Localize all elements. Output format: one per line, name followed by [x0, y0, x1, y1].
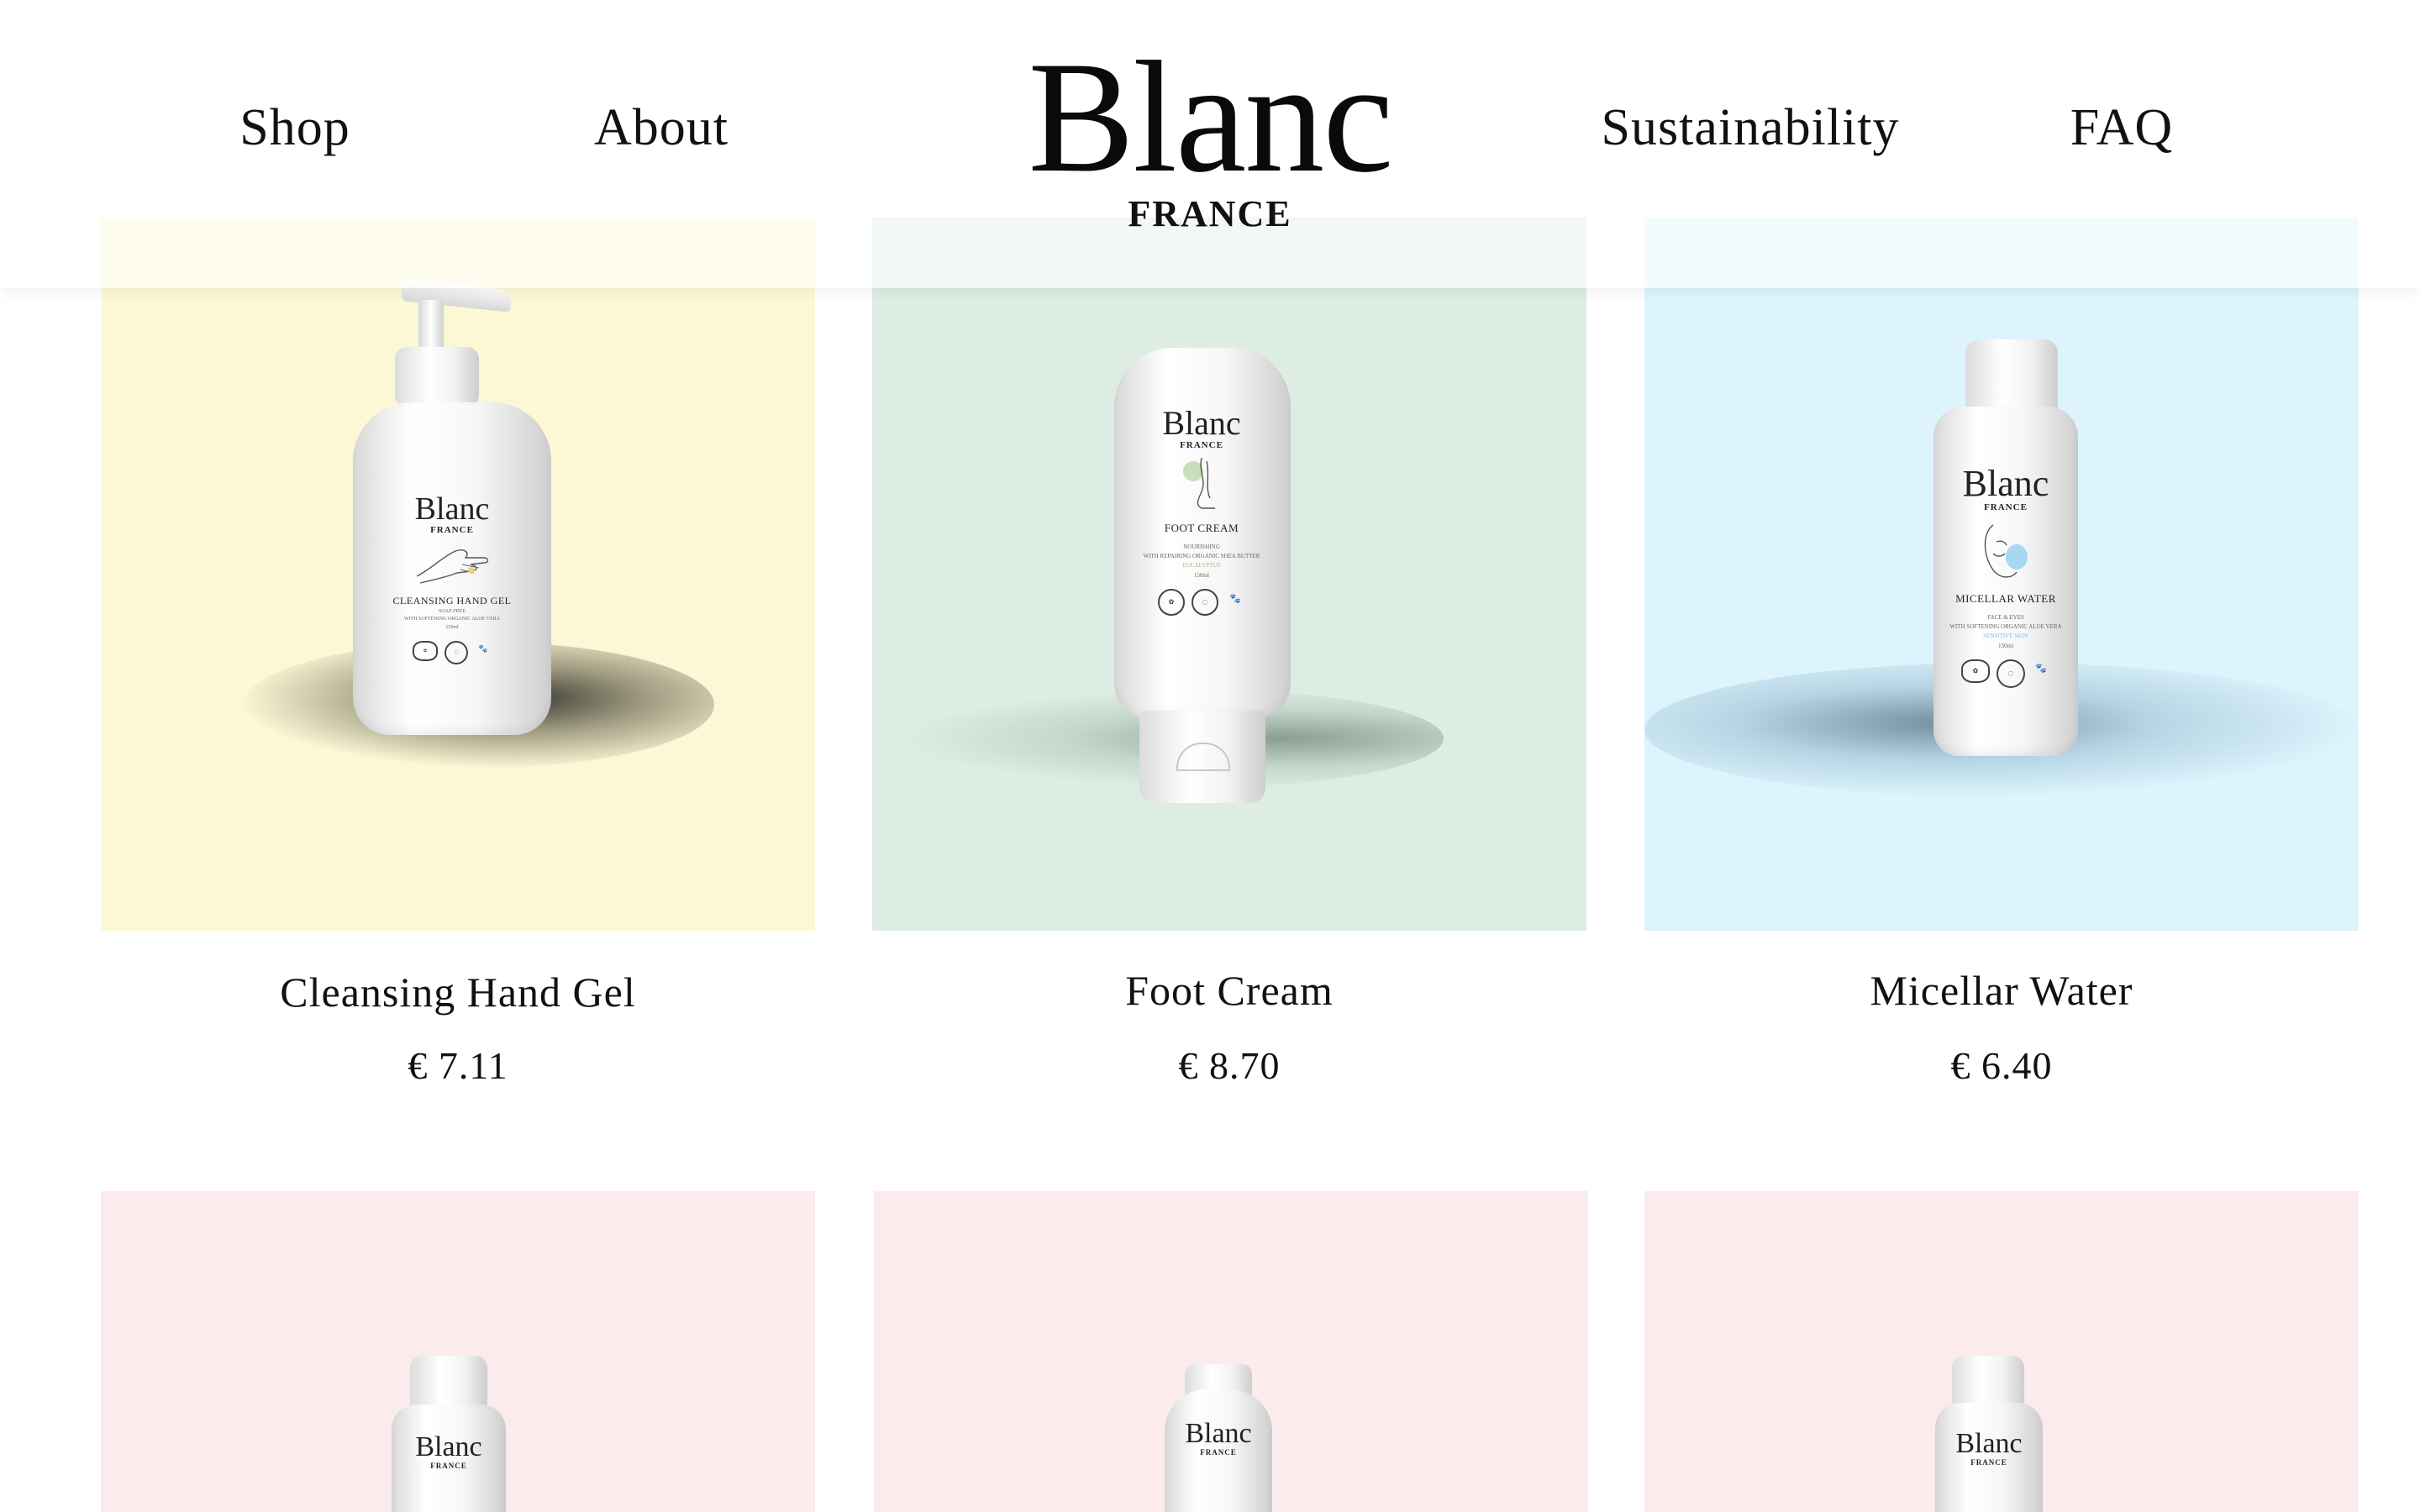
bottle-label-line: 150ml	[445, 624, 459, 630]
bottle-label-line: WITH SOFTENING ORGANIC ALOE VERA	[1949, 623, 2062, 631]
site-header: Shop About Blanc FRANCE Sustainability F…	[0, 0, 2420, 288]
paraben-free-icon: ◌	[1996, 659, 2025, 688]
certification-badges: ✿ ◌ 🐾	[1126, 588, 1277, 616]
bottle-label-line: WITH SOFTENING ORGANIC ALOE VERA	[403, 617, 501, 622]
bottle-label-line: EUCALYPTUS	[1182, 562, 1221, 570]
product-image[interactable]: Blanc FRANCE	[101, 1191, 815, 1512]
product-bottle: Blanc FRANCE	[392, 1356, 506, 1512]
product-card: Blanc FRANCE	[874, 1191, 1588, 1512]
bottle-label-brand-sub: FRANCE	[430, 525, 474, 535]
bottle-label-brand: Blanc	[414, 491, 490, 527]
cruelty-free-icon: 🐾	[478, 644, 488, 654]
face-illustration-icon	[1984, 524, 2028, 578]
bottle-label-line: 150ml	[1998, 642, 2013, 649]
bottle-label-brand-sub: FRANCE	[1970, 1458, 2007, 1467]
bottle-label-line: SOAP-FREE	[438, 608, 466, 614]
bottle-label-product: CLEANSING HAND GEL	[392, 595, 512, 607]
product-card: Blanc FRANCE CLEANSING HAND GEL SOAP-FRE…	[101, 218, 815, 1087]
bottle-label-line: FACE & EYES	[1987, 614, 2024, 622]
bottle-label-brand-sub: FRANCE	[1200, 1448, 1237, 1457]
bottle-label-brand-sub: FRANCE	[1984, 502, 2028, 512]
product-image[interactable]: Blanc FRANCE FOOT CREAM NOURISHING WITH …	[872, 218, 1586, 931]
bottle-label-line: WITH REPAIRING ORGANIC SHEA BUTTER	[1143, 553, 1260, 560]
bottle-label-brand-sub: FRANCE	[430, 1462, 467, 1470]
product-image[interactable]: Blanc FRANCE MICELLAR WATER FACE & EYES …	[1644, 218, 2359, 931]
bottle-label-line: SENSITIVE SKIN	[1983, 633, 2028, 640]
bottle-label-brand: Blanc	[1185, 1418, 1252, 1449]
product-price: € 8.70	[1178, 1044, 1281, 1087]
product-price: € 7.11	[408, 1044, 508, 1087]
micellar-bottle: Blanc FRANCE MICELLAR WATER FACE & EYES …	[1930, 339, 2081, 793]
bottle-label-product: FOOT CREAM	[1164, 522, 1239, 535]
product-bottle: Blanc FRANCE	[1165, 1364, 1272, 1512]
cream-tube: Blanc FRANCE FOOT CREAM NOURISHING WITH …	[1099, 348, 1291, 818]
product-image[interactable]: Blanc FRANCE	[1644, 1191, 2359, 1512]
paraben-free-icon: ◌	[1192, 588, 1218, 616]
cruelty-free-icon: 🐾	[1229, 593, 1241, 605]
bottle-label-brand: Blanc	[415, 1431, 482, 1462]
eco-cert-icon: ✿	[1961, 659, 1990, 683]
logo-wordmark: Blanc	[1028, 29, 1393, 206]
eco-cert-icon: ✿	[413, 640, 438, 661]
product-card: Blanc FRANCE MICELLAR WATER FACE & EYES …	[1644, 218, 2359, 1087]
bottle-label-brand: Blanc	[1962, 463, 2049, 504]
product-name[interactable]: Foot Cream	[872, 965, 1586, 1016]
product-name[interactable]: Micellar Water	[1644, 965, 2359, 1016]
product-image[interactable]: Blanc FRANCE CLEANSING HAND GEL SOAP-FRE…	[101, 218, 815, 931]
nav-faq-link[interactable]: FAQ	[2070, 94, 2173, 161]
product-card: Blanc FRANCE	[101, 1191, 815, 1512]
pump-bottle: Blanc FRANCE CLEANSING HAND GEL SOAP-FRE…	[336, 279, 563, 789]
product-card: Blanc FRANCE	[1644, 1191, 2359, 1512]
nav-about-link[interactable]: About	[594, 94, 729, 161]
paraben-free-icon: ◌	[445, 640, 468, 664]
page: Shop About Blanc FRANCE Sustainability F…	[0, 0, 2420, 1512]
brand-logo[interactable]: Blanc FRANCE	[1028, 29, 1393, 235]
nav-sustainability-link[interactable]: Sustainability	[1602, 94, 1900, 161]
product-price: € 6.40	[1950, 1044, 2053, 1087]
certification-badges: ✿ ◌ 🐾	[1933, 659, 2078, 688]
hand-illustration-icon	[416, 549, 489, 584]
certification-badges: ✿ ◌ 🐾	[378, 640, 526, 664]
bottle-label-line: 150ml	[1194, 571, 1209, 579]
bottle-label-brand-sub: FRANCE	[1180, 440, 1223, 450]
bottle-label-line: NOURISHING	[1183, 543, 1220, 551]
bottle-label-product: MICELLAR WATER	[1955, 592, 2056, 606]
product-card: Blanc FRANCE FOOT CREAM NOURISHING WITH …	[872, 218, 1586, 1087]
bottle-label-brand: Blanc	[1162, 404, 1241, 442]
cruelty-free-icon: 🐾	[2035, 663, 2047, 675]
product-name[interactable]: Cleansing Hand Gel	[101, 967, 815, 1017]
eco-cert-icon: ✿	[1158, 588, 1185, 616]
product-image[interactable]: Blanc FRANCE	[874, 1191, 1588, 1512]
nav-shop-link[interactable]: Shop	[239, 94, 350, 161]
foot-illustration-icon	[1183, 458, 1215, 509]
bottle-label-brand: Blanc	[1955, 1428, 2023, 1459]
product-bottle: Blanc FRANCE	[1935, 1356, 2043, 1512]
